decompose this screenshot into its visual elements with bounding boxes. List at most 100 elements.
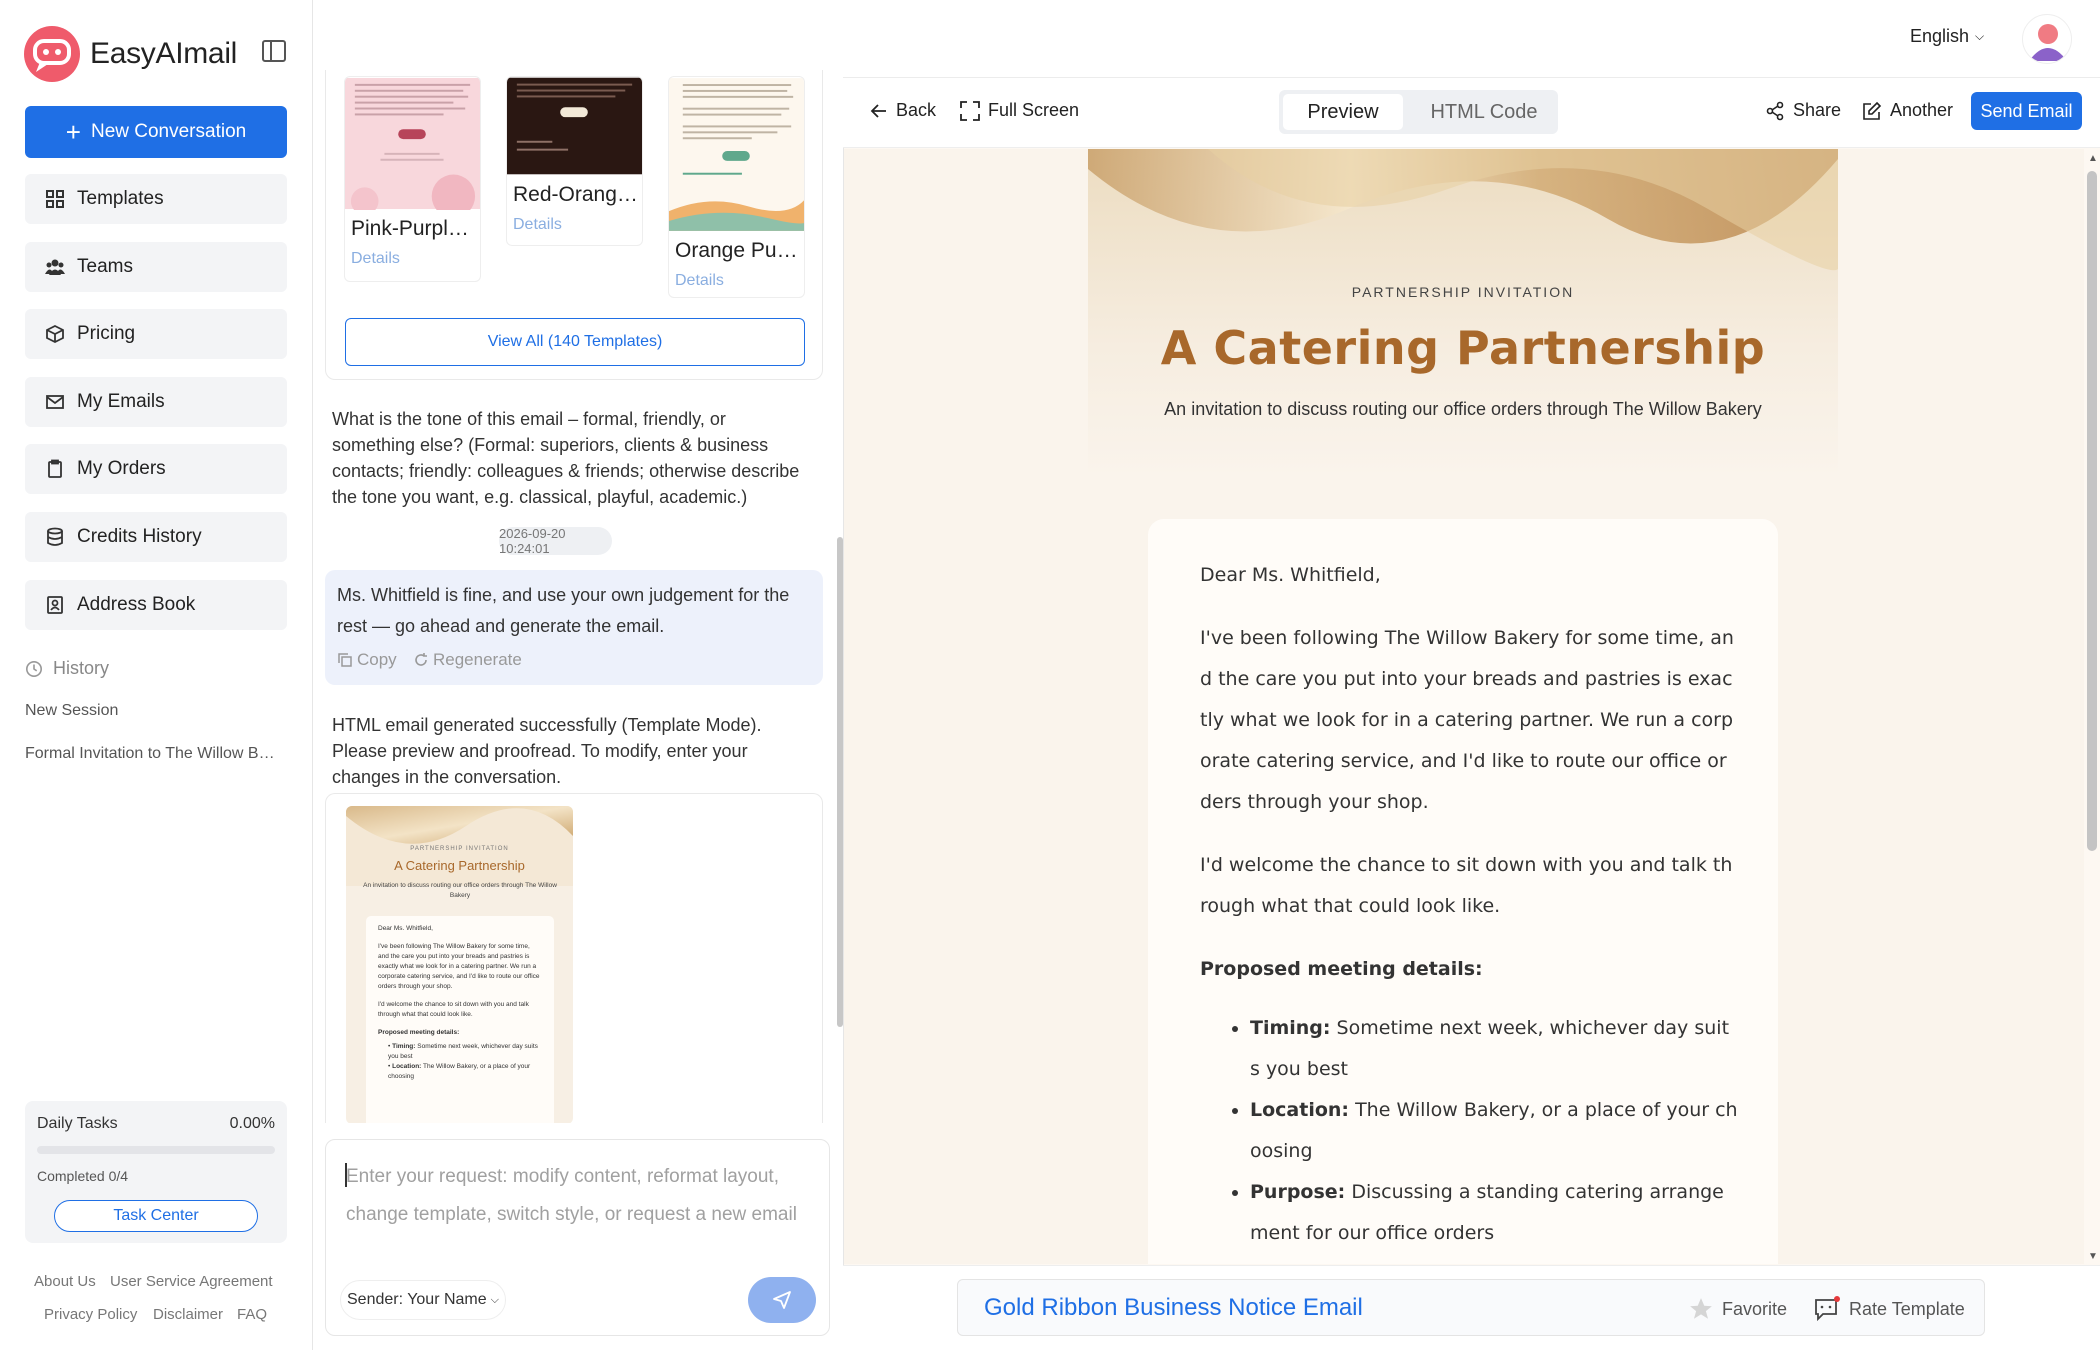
- regenerate-button[interactable]: Regenerate: [413, 650, 522, 670]
- sidebar-item-label: Teams: [77, 256, 133, 277]
- template-card[interactable]: Pink-Purpl… Details: [344, 76, 481, 282]
- template-name: Pink-Purpl…: [351, 217, 469, 240]
- email-thumbnail[interactable]: PARTNERSHIP INVITATION A Catering Partne…: [346, 806, 573, 1123]
- email-greeting: Dear Ms. Whitfield,: [1200, 564, 1381, 586]
- scroll-down-icon[interactable]: ▼: [2088, 1251, 2098, 1262]
- mail-icon: [46, 395, 64, 409]
- sidebar-item-teams[interactable]: Teams: [25, 242, 287, 292]
- email-paragraph: I'd welcome the chance to sit down with …: [1200, 854, 1733, 917]
- email-label: PARTNERSHIP INVITATION: [1351, 284, 1575, 300]
- scrollbar-thumb[interactable]: [2087, 171, 2097, 851]
- logo-icon: [24, 26, 80, 82]
- user-message: Ms. Whitfield is fine, and use your own …: [325, 570, 823, 685]
- sidebar: EasyAImail + New Conversation Templates …: [0, 0, 313, 1350]
- tab-html-code[interactable]: HTML Code: [1419, 94, 1549, 130]
- message-timestamp: 2026-09-20 10:24:01: [499, 526, 612, 556]
- mini-subtitle: An invitation to discuss routing our off…: [363, 882, 557, 899]
- back-button[interactable]: Back: [870, 100, 936, 121]
- sidebar-item-credits-history[interactable]: Credits History: [25, 512, 287, 562]
- refresh-icon: [415, 653, 427, 666]
- share-icon: [1766, 101, 1784, 120]
- send-message-button[interactable]: [748, 1277, 816, 1323]
- template-details-link[interactable]: Details: [675, 272, 724, 290]
- text-caret: [345, 1163, 347, 1187]
- mini-title: A Catering Partnership: [394, 858, 525, 873]
- cube-icon: [46, 324, 64, 344]
- fullscreen-button[interactable]: Full Screen: [960, 100, 1079, 121]
- email-subtitle: An invitation to discuss routing our off…: [1164, 399, 1762, 419]
- template-card[interactable]: Red-Orang… Details: [506, 76, 643, 246]
- language-selector[interactable]: English ⌵: [1910, 26, 1984, 47]
- sidebar-item-my-orders[interactable]: My Orders: [25, 444, 287, 494]
- detail-item: Purpose: Discussing a standing catering …: [1250, 1172, 1738, 1254]
- about-us-link[interactable]: About Us: [34, 1273, 96, 1290]
- view-all-templates-button[interactable]: View All (140 Templates): [345, 318, 805, 366]
- user-message-text: Ms. Whitfield is fine, and use your own …: [337, 585, 790, 636]
- template-thumbnail: [669, 78, 804, 231]
- view-mode-tabs: Preview HTML Code: [1279, 90, 1558, 134]
- clipboard-icon: [48, 459, 62, 478]
- fullscreen-icon: [960, 100, 980, 121]
- sidebar-item-templates[interactable]: Templates: [25, 174, 287, 224]
- app-name: EasyAImail: [90, 37, 238, 70]
- edit-icon: [1863, 101, 1882, 120]
- template-name[interactable]: Gold Ribbon Business Notice Email: [984, 1294, 1363, 1322]
- mini-label: PARTNERSHIP INVITATION: [410, 846, 509, 852]
- copy-button[interactable]: Copy: [337, 650, 397, 670]
- copy-label: Copy: [357, 650, 397, 669]
- favorite-button[interactable]: Favorite: [1688, 1296, 1787, 1322]
- another-label: Another: [1890, 100, 1954, 120]
- arrow-left-icon: [870, 103, 886, 118]
- faq-link[interactable]: FAQ: [237, 1306, 267, 1323]
- new-conversation-button[interactable]: + New Conversation: [25, 106, 287, 158]
- hero-ribbon-image: [1088, 149, 1838, 479]
- sidebar-item-pricing[interactable]: Pricing: [25, 309, 287, 359]
- app-logo[interactable]: EasyAImail: [24, 26, 237, 82]
- avatar-icon: [2029, 24, 2067, 61]
- back-label: Back: [896, 100, 937, 120]
- history-item[interactable]: New Session: [25, 702, 287, 720]
- privacy-policy-link[interactable]: Privacy Policy: [44, 1306, 137, 1323]
- sidebar-item-my-emails[interactable]: My Emails: [25, 377, 287, 427]
- history-title: History: [53, 658, 110, 678]
- send-email-button[interactable]: Send Email: [1971, 92, 2082, 130]
- share-button[interactable]: Share: [1765, 100, 1841, 121]
- contact-book-icon: [47, 596, 63, 614]
- users-icon: [45, 259, 65, 275]
- chevron-down-icon: ⌵: [490, 1293, 499, 1306]
- scroll-up-icon[interactable]: ▲: [2088, 153, 2098, 164]
- mini-body: Dear Ms. Whitfield, I've been following …: [366, 916, 554, 1123]
- details-list: Timing: Sometime next week, whichever da…: [1250, 1008, 1738, 1254]
- history-item[interactable]: Formal Invitation to The Willow B…: [25, 745, 287, 763]
- daily-tasks-label: Daily Tasks: [37, 1115, 118, 1132]
- user-avatar[interactable]: [2022, 14, 2072, 64]
- disclaimer-link[interactable]: Disclaimer: [153, 1306, 223, 1323]
- task-center-button[interactable]: Task Center: [54, 1200, 258, 1232]
- template-details-link[interactable]: Details: [351, 250, 400, 268]
- request-input-box[interactable]: Enter your request: modify content, refo…: [325, 1139, 830, 1336]
- request-input[interactable]: Enter your request: modify content, refo…: [346, 1158, 806, 1234]
- database-icon: [47, 527, 63, 546]
- template-name: Orange Pu…: [675, 239, 798, 262]
- send-icon: [773, 1291, 791, 1309]
- sidebar-item-label: Address Book: [77, 594, 196, 615]
- another-button[interactable]: Another: [1862, 100, 1953, 121]
- sender-label: Sender: Your Name: [347, 1291, 487, 1308]
- detail-item: Location: The Willow Bakery, or a place …: [1250, 1090, 1738, 1172]
- mini-para2: I'd welcome the chance to sit down with …: [378, 1001, 529, 1018]
- regenerate-label: Regenerate: [433, 650, 522, 669]
- plus-icon: +: [65, 117, 81, 147]
- tab-preview[interactable]: Preview: [1283, 94, 1403, 130]
- sidebar-toggle-icon[interactable]: [262, 40, 286, 62]
- share-label: Share: [1793, 100, 1842, 120]
- preview-scrollbar[interactable]: ▲ ▼: [2087, 153, 2098, 1263]
- user-agreement-link[interactable]: User Service Agreement: [110, 1273, 273, 1290]
- sender-select[interactable]: Sender: Your Name ⌵: [340, 1280, 506, 1320]
- daily-tasks-percent: 0.00%: [229, 1115, 275, 1132]
- sidebar-item-address-book[interactable]: Address Book: [25, 580, 287, 630]
- rate-template-button[interactable]: Rate Template: [1813, 1296, 1965, 1322]
- template-card[interactable]: Orange Pu… Details: [668, 76, 805, 298]
- chevron-down-icon: ⌵: [1975, 29, 1985, 43]
- star-icon: [1690, 1298, 1712, 1319]
- template-details-link[interactable]: Details: [513, 216, 562, 234]
